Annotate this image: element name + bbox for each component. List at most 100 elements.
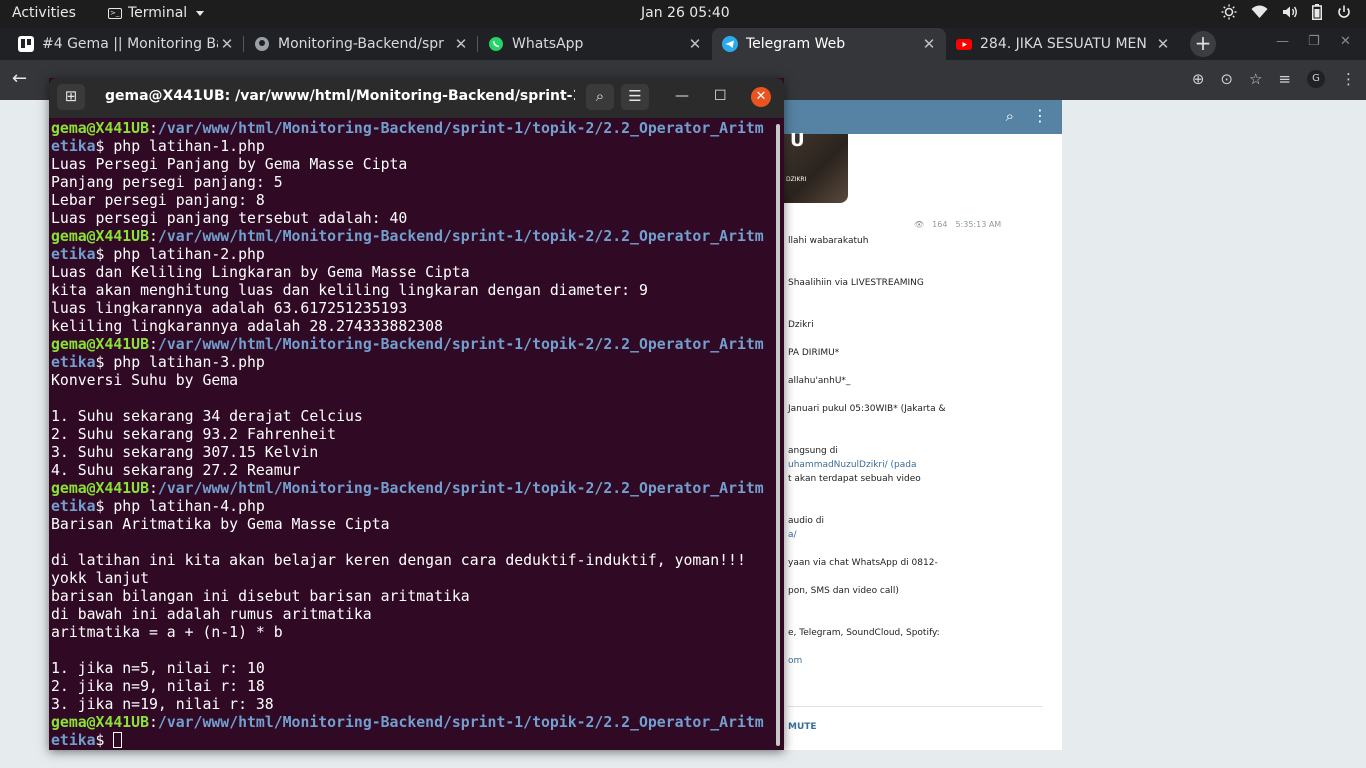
prompt-symbol: $ xyxy=(95,732,114,749)
message-line: audio di xyxy=(788,516,825,526)
prompt-path: etika xyxy=(51,354,96,371)
system-tray[interactable] xyxy=(1221,4,1352,20)
github-icon xyxy=(254,36,270,52)
close-tab-icon[interactable]: ✕ xyxy=(920,35,938,53)
prompt-user: gema@X441UB xyxy=(51,714,149,731)
terminal-line: gema@X441UB:/var/www/html/Monitoring-Bac… xyxy=(51,336,771,354)
tab-youtube[interactable]: 284. JIKA SESUATU MEN ✕ xyxy=(946,28,1180,60)
output-line: 3. jika n=19, nilai r: 38 xyxy=(51,696,274,713)
output-line: Konversi Suhu by Gema xyxy=(51,372,239,389)
terminal-line: yokk lanjut xyxy=(51,570,771,588)
close-tab-icon[interactable]: ✕ xyxy=(218,35,236,53)
search-icon[interactable]: ⌕ xyxy=(586,84,614,110)
terminal-output[interactable]: gema@X441UB:/var/www/html/Monitoring-Bac… xyxy=(51,120,771,750)
activities-button[interactable]: Activities xyxy=(12,5,76,21)
terminal-window: ⊞ gema@X441UB: /var/www/html/Monitoring-… xyxy=(49,78,784,750)
search-icon[interactable]: ⌕ xyxy=(1006,107,1014,125)
terminal-cursor xyxy=(113,732,123,748)
bookmark-star-icon[interactable]: ☆ xyxy=(1249,70,1262,88)
message-line: Shaalihiin via LIVESTREAMING xyxy=(788,278,924,288)
minimize-window-icon[interactable]: — xyxy=(1276,34,1289,49)
output-line: barisan bilangan ini disebut barisan ari… xyxy=(51,588,470,605)
maximize-window-icon[interactable]: ❐ xyxy=(1308,34,1320,49)
terminal-line: Panjang persegi panjang: 5 xyxy=(51,174,771,192)
more-menu-icon[interactable]: ⋮ xyxy=(1341,70,1356,88)
terminal-line: barisan bilangan ini disebut barisan ari… xyxy=(51,588,771,606)
terminal-line: etika$ xyxy=(51,732,771,750)
terminal-line: gema@X441UB:/var/www/html/Monitoring-Bac… xyxy=(51,228,771,246)
prompt-separator: : xyxy=(149,120,158,137)
more-menu-icon[interactable]: ⋮ xyxy=(1032,106,1048,125)
message-line: PA DIRIMU* xyxy=(788,348,840,358)
message-link[interactable]: a/ xyxy=(788,530,797,540)
profile-avatar-icon[interactable]: G xyxy=(1307,70,1325,88)
youtube-icon xyxy=(956,36,972,52)
trello-icon xyxy=(18,36,34,52)
tab-title: 284. JIKA SESUATU MEN xyxy=(980,36,1147,52)
terminal-line: 3. jika n=19, nilai r: 38 xyxy=(51,696,771,714)
prompt-path: /var/www/html/Monitoring-Backend/sprint-… xyxy=(157,336,764,353)
close-tab-icon[interactable]: ✕ xyxy=(452,35,470,53)
terminal-line: Luas dan Keliling Lingkaran by Gema Mass… xyxy=(51,264,771,282)
tab-whatsapp[interactable]: WhatsApp ✕ xyxy=(478,28,712,60)
media-queue-icon[interactable]: ≡ xyxy=(1278,70,1291,88)
message-time: 5:35:13 AM xyxy=(955,220,1002,229)
output-line: kita akan menghitung luas dan keliling l… xyxy=(51,282,648,299)
minimize-icon[interactable]: — xyxy=(675,88,689,104)
message-link[interactable]: om xyxy=(788,656,802,666)
new-tab-icon[interactable]: ⊞ xyxy=(57,84,85,110)
telegram-chat-panel: ⌕ ⋮ U DZIKRI 👁 164 5:35:13 AM llahi waba… xyxy=(760,100,1062,750)
back-arrow-icon[interactable]: ← xyxy=(12,68,27,89)
prompt-path: /var/www/html/Monitoring-Backend/sprint-… xyxy=(157,714,764,731)
tab-title: WhatsApp xyxy=(512,36,584,52)
close-tab-icon[interactable]: ✕ xyxy=(686,35,704,53)
message-line: e, Telegram, SoundCloud, Spotify: xyxy=(788,628,940,638)
new-tab-button[interactable]: + xyxy=(1190,31,1216,57)
terminal-line: luas lingkarannya adalah 63.617251235193 xyxy=(51,300,771,318)
message-line: pon, SMS dan video call) xyxy=(788,586,899,596)
message-line: Dzikri xyxy=(788,320,814,330)
prompt-path: /var/www/html/Monitoring-Backend/sprint-… xyxy=(157,228,764,245)
clock[interactable]: Jan 26 05:40 xyxy=(641,5,730,21)
close-tab-icon[interactable]: ✕ xyxy=(1154,35,1172,53)
tab-telegram[interactable]: Telegram Web ✕ xyxy=(712,28,946,60)
command-text: php latihan-4.php xyxy=(113,498,265,515)
prompt-path: etika xyxy=(51,246,96,263)
app-menu-label: Terminal xyxy=(128,5,188,21)
mute-button[interactable]: MUTE xyxy=(788,722,817,732)
message-line: Januari pukul 05:30WIB* (Jakarta & xyxy=(788,404,946,414)
browser-tab-strip: #4 Gema || Monitoring Ba ✕ Monitoring-Ba… xyxy=(0,28,1366,60)
close-icon[interactable]: ✕ xyxy=(751,87,771,107)
output-line: 2. Suhu sekarang 93.2 Fahrenheit xyxy=(51,426,337,443)
prompt-separator: : xyxy=(149,336,158,353)
hamburger-menu-icon[interactable]: ☰ xyxy=(621,84,649,110)
add-icon[interactable]: ⊕ xyxy=(1192,70,1205,88)
terminal-line: etika$ php latihan-2.php xyxy=(51,246,771,264)
prompt-separator: : xyxy=(149,714,158,731)
prompt-user: gema@X441UB xyxy=(51,336,149,353)
maximize-icon[interactable]: ☐ xyxy=(714,88,727,104)
tab-github[interactable]: Monitoring-Backend/spr ✕ xyxy=(244,28,478,60)
scrollbar[interactable] xyxy=(776,124,780,746)
tab-monitoring-board[interactable]: #4 Gema || Monitoring Ba ✕ xyxy=(8,28,244,60)
divider xyxy=(788,706,1043,707)
output-line: Luas persegi panjang tersebut adalah: 40 xyxy=(51,210,408,227)
close-window-icon[interactable]: ✕ xyxy=(1340,34,1351,49)
prompt-path: /var/www/html/Monitoring-Backend/sprint-… xyxy=(157,480,764,497)
command-text: php latihan-2.php xyxy=(113,246,265,263)
output-line: 1. Suhu sekarang 34 derajat Celcius xyxy=(51,408,363,425)
command-text: php latihan-3.php xyxy=(113,354,265,371)
app-menu[interactable]: >_ Terminal xyxy=(108,5,205,21)
terminal-line: gema@X441UB:/var/www/html/Monitoring-Bac… xyxy=(51,480,771,498)
zoom-icon[interactable]: ⊙ xyxy=(1220,70,1233,88)
terminal-line: 2. jika n=9, nilai r: 18 xyxy=(51,678,771,696)
terminal-line: Barisan Aritmatika by Gema Masse Cipta xyxy=(51,516,771,534)
tab-title: #4 Gema || Monitoring Ba xyxy=(42,36,218,52)
output-line: di latihan ini kita akan belajar keren d… xyxy=(51,552,746,569)
telegram-header: ⌕ ⋮ xyxy=(760,100,1062,134)
system-top-bar: Activities >_ Terminal Jan 26 05:40 xyxy=(0,0,1366,28)
message-meta: 👁 164 5:35:13 AM xyxy=(914,220,1001,229)
view-count: 164 xyxy=(932,220,948,229)
